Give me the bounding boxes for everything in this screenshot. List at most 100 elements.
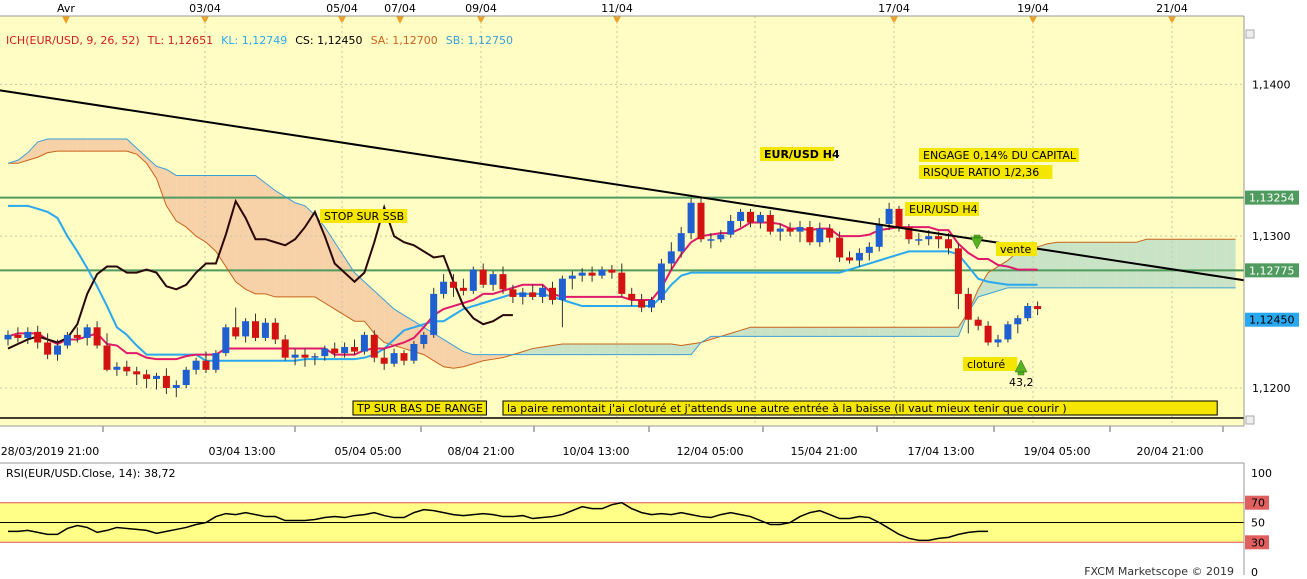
candle-body (855, 252, 863, 261)
candle-body (747, 211, 754, 223)
candle-body (598, 269, 606, 276)
candle-body (479, 269, 487, 285)
cloud-segment (1186, 239, 1196, 288)
cloud-segment (611, 344, 622, 355)
candle-body (588, 272, 596, 276)
candle-body (816, 228, 824, 243)
panel-scroll-down-button[interactable] (1245, 415, 1255, 425)
cloud-segment (1077, 242, 1088, 288)
candle-body (450, 281, 457, 288)
candle-body (935, 236, 943, 240)
bottom-date-label: 10/04 13:00 (563, 445, 630, 458)
top-date-label: 03/04 (189, 2, 221, 15)
top-date-label: 21/04 (1156, 2, 1188, 15)
candle-body (539, 287, 547, 297)
candle-body (440, 281, 448, 294)
candle-body (568, 275, 576, 279)
price-tick-label: 1,1400 (1252, 78, 1291, 91)
candle-body (14, 334, 22, 338)
cloud-segment (661, 344, 672, 355)
candle-body (806, 227, 814, 243)
candle-body (73, 334, 81, 338)
cloud-segment (582, 344, 593, 355)
cloud-segment (849, 327, 860, 337)
candle-body (776, 228, 784, 232)
rsi-tick-label: 30 (1251, 536, 1265, 549)
candle-body (390, 353, 398, 364)
candle-body (469, 269, 477, 291)
candle-body (786, 228, 794, 232)
candle-body (1034, 306, 1042, 310)
candle-body (707, 239, 715, 241)
candle-body (846, 257, 853, 261)
ichimoku-legend-item: SB: 1,12750 (446, 34, 513, 47)
candle-body (271, 322, 279, 340)
candle-body (657, 263, 665, 300)
top-date-label: 17/04 (878, 2, 910, 15)
candle-body (123, 366, 131, 372)
cloud-segment (1047, 242, 1058, 288)
candle-body (1004, 324, 1012, 340)
bottom-date-label: 15/04 21:00 (791, 445, 858, 458)
bottom-date-label: 08/04 21:00 (448, 445, 515, 458)
bottom-date-label: 20/04 21:00 (1137, 445, 1204, 458)
cloud-segment (879, 327, 890, 337)
annotation-text: EUR/USD H4 (764, 148, 840, 161)
annotation-text: STOP SUR SSB (324, 210, 404, 223)
candle-body (222, 327, 230, 354)
ichimoku-legend-item: CS: 1,12450 (295, 34, 362, 47)
candle-body (4, 334, 12, 340)
cloud-segment (77, 139, 88, 152)
bottom-date-label: 28/03/2019 21:00 (1, 445, 100, 458)
candle-body (252, 321, 259, 338)
cloud-segment (829, 327, 840, 337)
candle-body (766, 214, 774, 232)
candle-body (261, 322, 269, 338)
cloud-segment (602, 344, 612, 355)
candle-body (172, 385, 180, 389)
cloud-segment (1067, 242, 1078, 288)
candle-body (796, 227, 804, 232)
candle-body (648, 299, 655, 308)
cloud-segment (285, 196, 296, 297)
cloud-segment (1196, 239, 1206, 288)
candle-body (984, 325, 992, 343)
candle-body (459, 287, 467, 291)
cloud-segment (235, 175, 246, 290)
cloud-segment (908, 327, 919, 337)
candle-body (954, 248, 962, 294)
cloud-segment (839, 327, 850, 337)
price-tag-label: 1,13254 (1249, 192, 1295, 205)
candle-body (1014, 318, 1022, 325)
candle-body (311, 356, 319, 358)
ichimoku-legend-item: SA: 1,12700 (371, 34, 438, 47)
candle-body (182, 369, 190, 385)
rsi-legend: RSI(EUR/USD.Close, 14): 38,72 (6, 467, 175, 480)
candle-body (697, 202, 705, 240)
candle-body (677, 233, 685, 252)
cloud-segment (819, 327, 830, 337)
cloud-segment (918, 327, 929, 337)
candle-body (1024, 306, 1032, 319)
candle-body (509, 289, 517, 297)
cloud-segment (57, 139, 68, 152)
candle-body (63, 334, 71, 346)
candle-body (578, 272, 586, 276)
candle-body (24, 331, 32, 338)
candle-body (321, 348, 329, 357)
panel-scroll-up-button[interactable] (1245, 29, 1255, 39)
candle-body (202, 360, 210, 370)
candle-body (192, 360, 200, 370)
candle-body (133, 371, 141, 375)
top-date-label: 07/04 (384, 2, 416, 15)
ichimoku-legend-item: ICH(EUR/USD, 9, 26, 52) (6, 34, 140, 47)
candle-body (667, 251, 675, 264)
candle-body (549, 287, 556, 300)
cloud-segment (295, 202, 305, 297)
top-date-label: 09/04 (465, 2, 497, 15)
cloud-segment (809, 327, 820, 337)
candle-body (994, 339, 1002, 343)
top-date-label: 19/04 (1017, 2, 1049, 15)
top-date-label: Avr (57, 2, 75, 15)
candle-body (638, 299, 646, 308)
